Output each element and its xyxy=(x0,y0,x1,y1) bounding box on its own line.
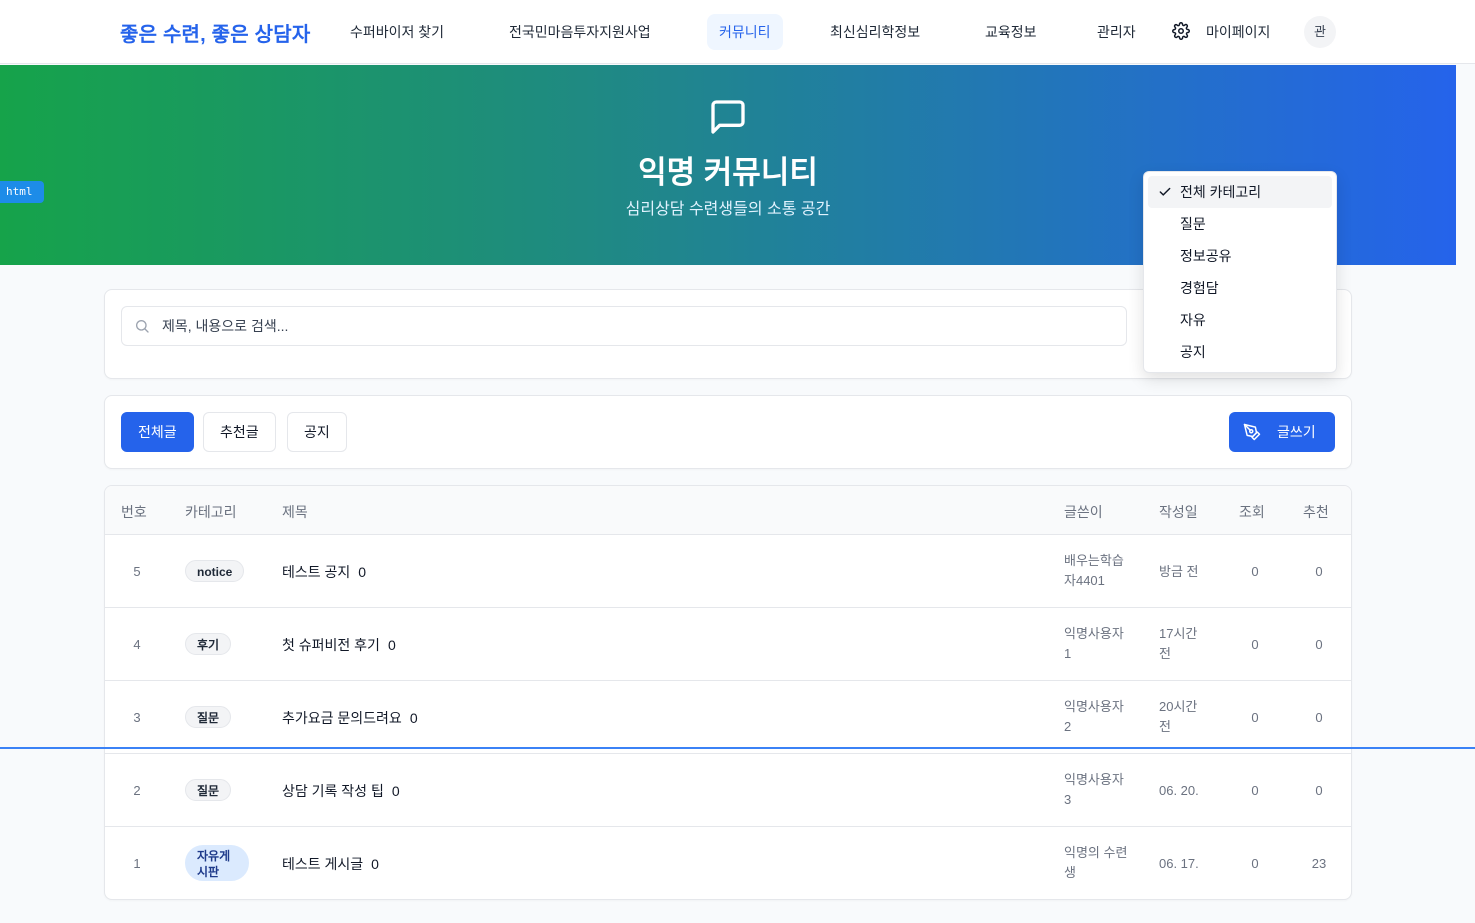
post-number: 2 xyxy=(133,783,141,798)
header-author: 글쓴이 xyxy=(1064,504,1103,520)
post-title-text[interactable]: 추가요금 문의드려요 xyxy=(282,710,402,726)
comment-count: 0 xyxy=(391,783,400,799)
post-number: 1 xyxy=(133,856,141,871)
category-option-info-share[interactable]: 정보공유 xyxy=(1148,240,1332,272)
table-row[interactable]: 2 질문 상담 기록 작성 팁 0 익명사용자3 06. 20. 0 0 xyxy=(105,754,1351,827)
post-views: 0 xyxy=(1251,856,1259,871)
avatar[interactable]: 관 xyxy=(1304,16,1336,48)
message-square-icon xyxy=(711,100,745,134)
horizontal-guide-line xyxy=(0,747,1475,749)
post-recommendations: 0 xyxy=(1315,637,1323,652)
category-badge: 후기 xyxy=(185,633,232,655)
search-icon xyxy=(136,320,149,333)
post-date: 17시간 전 xyxy=(1159,626,1198,661)
category-badge: 자유게시판 xyxy=(185,845,249,881)
nav-item-mypage[interactable]: 마이페이지 xyxy=(1194,14,1282,50)
table-row[interactable]: 1 자유게시판 테스트 게시글 0 익명의 수련생 06. 17. 0 23 xyxy=(105,827,1351,899)
post-date: 06. 17. xyxy=(1159,856,1199,871)
tab-notices[interactable]: 공지 xyxy=(287,412,347,452)
posts-table: 번호 카테고리 제목 글쓴이 작성일 조회 추천 5 notice 테스트 공지… xyxy=(104,485,1352,900)
post-number: 4 xyxy=(133,637,141,652)
post-author: 배우는학습자4401 xyxy=(1064,553,1124,588)
post-date: 방금 전 xyxy=(1159,564,1199,579)
tab-recommended-posts[interactable]: 추천글 xyxy=(203,412,276,452)
post-author: 익명사용자3 xyxy=(1064,772,1124,807)
tab-all-posts[interactable]: 전체글 xyxy=(121,412,194,452)
check-icon xyxy=(1159,187,1171,196)
post-author: 익명사용자1 xyxy=(1064,626,1124,661)
category-option-question[interactable]: 질문 xyxy=(1148,208,1332,240)
post-views: 0 xyxy=(1251,564,1259,579)
post-title[interactable]: 추가요금 문의드려요 0 xyxy=(282,708,418,728)
post-title[interactable]: 테스트 게시글 0 xyxy=(282,854,379,874)
post-number: 3 xyxy=(133,710,141,725)
nav-item-admin[interactable]: 관리자 xyxy=(1085,14,1148,50)
post-title-text[interactable]: 상담 기록 작성 팁 xyxy=(282,783,384,799)
category-option-all[interactable]: 전체 카테고리 xyxy=(1148,176,1332,208)
top-navbar: 좋은 수련, 좋은 상담자 수퍼바이저 찾기 전국민마음투자지원사업 커뮤니티 … xyxy=(0,0,1475,64)
filter-card: 전체글 추천글 공지 글쓰기 xyxy=(104,395,1352,469)
post-views: 0 xyxy=(1251,637,1259,652)
header-date: 작성일 xyxy=(1159,504,1198,520)
table-header: 번호 카테고리 제목 글쓴이 작성일 조회 추천 xyxy=(105,486,1351,535)
post-recommendations: 0 xyxy=(1315,710,1323,725)
category-option-experience[interactable]: 경험담 xyxy=(1148,272,1332,304)
post-recommendations: 0 xyxy=(1315,783,1323,798)
header-category: 카테고리 xyxy=(185,504,237,520)
search-box[interactable] xyxy=(121,306,1127,346)
table-row[interactable]: 3 질문 추가요금 문의드려요 0 익명사용자2 20시간 전 0 0 xyxy=(105,681,1351,754)
header-views: 조회 xyxy=(1239,504,1265,520)
comment-count: 0 xyxy=(387,637,396,653)
category-option-label: 전체 카테고리 xyxy=(1180,184,1262,200)
post-title[interactable]: 첫 슈퍼비전 후기 0 xyxy=(282,635,396,655)
html-debug-tag[interactable]: html xyxy=(0,181,44,203)
search-input[interactable] xyxy=(162,307,1112,345)
post-recommendations: 23 xyxy=(1311,856,1327,871)
post-date: 20시간 전 xyxy=(1159,699,1198,734)
post-number: 5 xyxy=(133,564,141,579)
post-title[interactable]: 테스트 공지 0 xyxy=(282,562,366,582)
post-author: 익명의 수련생 xyxy=(1064,845,1128,880)
write-post-button[interactable]: 글쓰기 xyxy=(1229,412,1335,452)
category-badge: notice xyxy=(185,560,245,582)
category-badge: 질문 xyxy=(185,779,232,801)
post-date: 06. 20. xyxy=(1159,783,1199,798)
brand-logo[interactable]: 좋은 수련, 좋은 상담자 xyxy=(120,18,310,47)
category-option-free[interactable]: 자유 xyxy=(1148,304,1332,336)
comment-count: 0 xyxy=(409,710,418,726)
post-title[interactable]: 상담 기록 작성 팁 0 xyxy=(282,781,400,801)
post-author: 익명사용자2 xyxy=(1064,699,1124,734)
nav-item-community[interactable]: 커뮤니티 xyxy=(707,14,783,50)
header-number: 번호 xyxy=(121,504,147,520)
header-recommendations: 추천 xyxy=(1303,504,1329,520)
table-row[interactable]: 4 후기 첫 슈퍼비전 후기 0 익명사용자1 17시간 전 0 0 xyxy=(105,608,1351,681)
nav-item-mind-support[interactable]: 전국민마음투자지원사업 xyxy=(497,14,663,50)
table-row[interactable]: 5 notice 테스트 공지 0 배우는학습자4401 방금 전 0 0 xyxy=(105,535,1351,608)
comment-count: 0 xyxy=(371,856,379,872)
post-title-text[interactable]: 테스트 게시글 xyxy=(282,856,363,872)
comment-count: 0 xyxy=(358,564,367,580)
post-views: 0 xyxy=(1251,783,1259,798)
post-views: 0 xyxy=(1251,710,1259,725)
category-badge: 질문 xyxy=(185,706,232,728)
category-option-notice[interactable]: 공지 xyxy=(1148,336,1332,368)
post-recommendations: 0 xyxy=(1315,564,1323,579)
category-dropdown-menu: 전체 카테고리 질문 정보공유 경험담 자유 공지 xyxy=(1143,171,1337,373)
nav-item-psychology-info[interactable]: 최신심리학정보 xyxy=(818,14,932,50)
pen-tool-icon xyxy=(1243,423,1261,441)
post-title-text[interactable]: 첫 슈퍼비전 후기 xyxy=(282,637,380,653)
gear-icon[interactable] xyxy=(1172,22,1190,40)
header-title: 제목 xyxy=(282,504,308,520)
write-post-label: 글쓰기 xyxy=(1277,424,1316,440)
nav-item-supervisor[interactable]: 수퍼바이저 찾기 xyxy=(338,14,456,50)
nav-item-education[interactable]: 교육정보 xyxy=(973,14,1049,50)
post-title-text[interactable]: 테스트 공지 xyxy=(282,564,350,580)
